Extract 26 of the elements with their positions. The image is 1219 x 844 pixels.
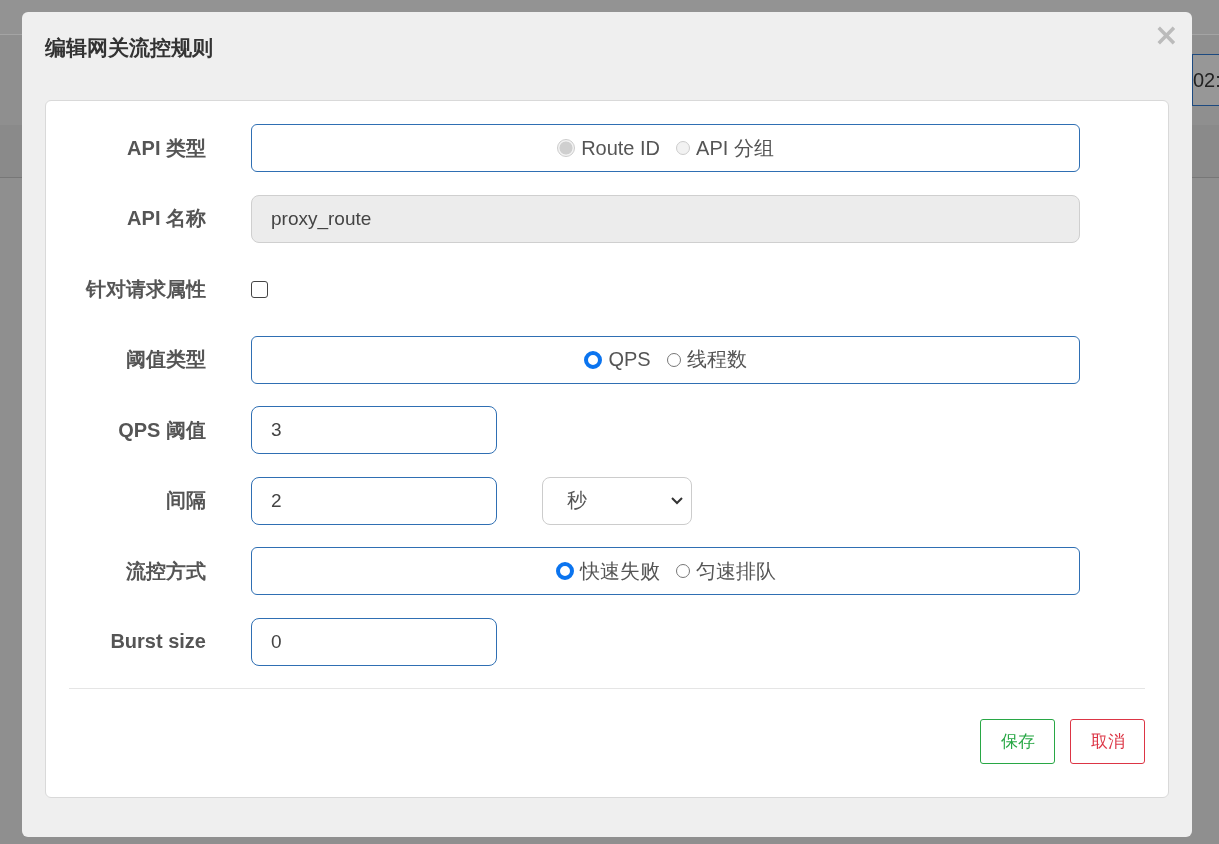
radio-label[interactable]: 快速失败	[579, 557, 660, 585]
field-label: 流控方式	[125, 558, 206, 584]
radio-button[interactable]	[584, 350, 603, 369]
unit-dropdown[interactable]: 秒	[542, 476, 692, 525]
radio-button[interactable]	[666, 352, 681, 367]
field-label: API 名称	[126, 206, 206, 231]
field-label: Burst size	[109, 630, 206, 653]
radio-button[interactable]	[675, 564, 690, 578]
dialog-title: 编辑网关流控规则	[45, 35, 213, 61]
input-field[interactable]: 2	[251, 476, 497, 525]
caret-icon	[671, 496, 683, 505]
field-label: API 类型	[126, 135, 206, 161]
input-field[interactable]: 3	[251, 406, 497, 454]
field-label: 针对请求属性	[84, 276, 206, 302]
cancel-button[interactable]: 取消	[1070, 719, 1145, 764]
field-label: 间隔	[165, 488, 206, 513]
radio-label[interactable]: 线程数	[686, 346, 747, 373]
input-field[interactable]: proxy_route	[251, 194, 1080, 243]
time-field[interactable]: 02:	[1192, 54, 1219, 106]
field-label: QPS 阈值	[117, 417, 206, 443]
input-field[interactable]: 0	[251, 617, 497, 666]
radio-label[interactable]: QPS	[608, 348, 651, 371]
radio-label[interactable]: 匀速排队	[695, 557, 776, 585]
checkbox[interactable]	[251, 280, 268, 298]
field-label: 阈值类型	[125, 347, 206, 372]
radio-button[interactable]	[555, 562, 574, 580]
